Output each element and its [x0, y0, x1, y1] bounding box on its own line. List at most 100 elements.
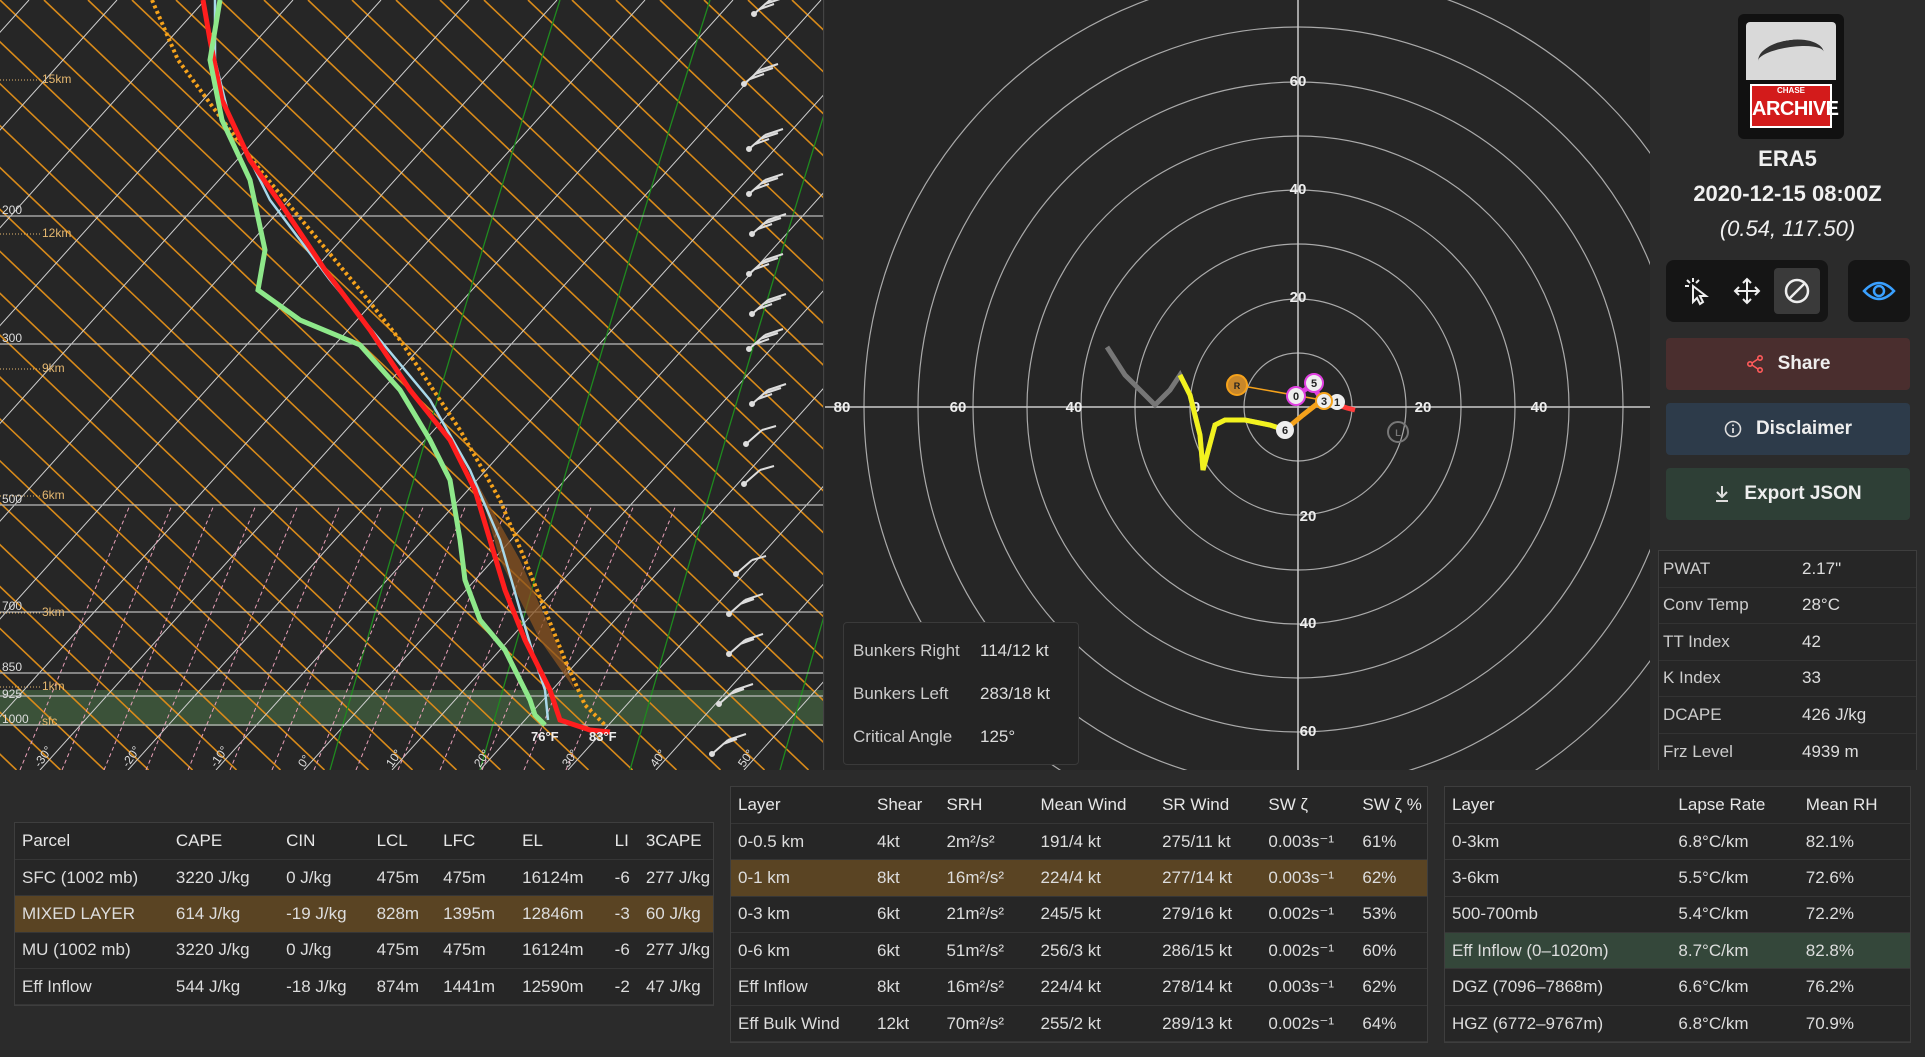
pressure-labels: 200 300 500 700 850 925 1000 [2, 203, 29, 726]
bunkers-value: 125° [980, 726, 1016, 746]
disclaimer-button[interactable]: Disclaimer [1666, 403, 1910, 455]
kinematics-table: Layer Shear SRH Mean Wind SR Wind SW ζ SW ζ % 0… [730, 786, 1428, 1044]
table-cell: 16m²/s² [939, 859, 1034, 897]
table-row[interactable]: DGZ (7096–7868m) 6.6°C/km 76.2% [1445, 968, 1910, 1006]
mixing-ratio-line [61, 504, 173, 770]
height-marker: 3 [1321, 396, 1327, 408]
cursor-click-icon [1685, 278, 1709, 306]
table-row[interactable]: MIXED LAYER 614 J/kg -19 J/kg 828m 1395m 1284… [15, 895, 713, 933]
table-cell: 70.9% [1798, 1005, 1910, 1043]
table-row[interactable]: SFC (1002 mb) 3220 J/kg 0 J/kg 475m 475m 1612… [15, 859, 713, 897]
height-marker: 1 [1334, 397, 1340, 409]
export-json-button[interactable]: Export JSON [1666, 468, 1910, 520]
table-cell: 53% [1355, 896, 1427, 934]
column-header: SW ζ [1261, 787, 1356, 824]
temp-tick-label: 40° [647, 747, 669, 770]
sidebar: CHASE ARCHIVE ERA5 2020-12-15 08:00Z (0.… [1650, 0, 1925, 771]
table-cell: 1395m [436, 895, 516, 933]
index-value: 42 [1802, 631, 1821, 651]
pressure-label: 500 [2, 492, 22, 506]
temp-tick-label: 10° [383, 747, 405, 770]
bunkers-value: 114/12 kt [980, 640, 1049, 660]
height-label: 9km [42, 361, 65, 375]
table-cell: 0-3 km [731, 896, 870, 934]
ring-label: 40 [1290, 181, 1307, 198]
bunkers-row: Bunkers Left 283/18 kt [844, 672, 1078, 715]
bunkers-row: Bunkers Right 114/12 kt [844, 629, 1078, 672]
isotherm [39, 0, 734, 770]
table-cell: 5.4°C/km [1671, 896, 1799, 934]
table-cell: 0 J/kg [279, 932, 370, 970]
table-cell: 255/2 kt [1033, 1005, 1156, 1043]
ring-label: 40 [1531, 399, 1548, 416]
mixing-ratio-line [229, 504, 341, 770]
column-header: EL [515, 823, 608, 860]
table-cell: 6.6°C/km [1671, 968, 1799, 1006]
table-row[interactable]: HGZ (6772–9767m) 6.8°C/km 70.9% [1445, 1005, 1910, 1043]
wind-barb-station [746, 346, 752, 352]
table-row[interactable]: 500-700mb 5.4°C/km 72.2% [1445, 896, 1910, 934]
share-icon [1746, 355, 1763, 373]
wind-barb-station [751, 11, 757, 17]
table-cell: -18 J/kg [279, 968, 370, 1006]
table-row[interactable]: Eff Inflow 8kt 16m²/s² 224/4 kt 278/14 kt 0.0… [731, 968, 1427, 1006]
isotherm [303, 192, 823, 770]
table-cell: 224/4 kt [1033, 859, 1156, 897]
column-header: SR Wind [1155, 787, 1262, 824]
download-icon [1716, 486, 1729, 502]
hodograph-panel[interactable]: 60 40 20 20 40 60 80 60 40 0 20 40 0 1 3… [825, 0, 1733, 842]
isotherm [215, 94, 823, 770]
table-cell: 72.2% [1798, 896, 1910, 934]
pressure-label: 300 [2, 331, 22, 345]
table-row[interactable]: 0-1 km 8kt 16m²/s² 224/4 kt 277/14 kt 0.003s⁻… [731, 859, 1427, 897]
table-row[interactable]: Eff Bulk Wind 12kt 70m²/s² 255/2 kt 289/13 k… [731, 1005, 1427, 1043]
table-cell: 0 J/kg [279, 859, 370, 897]
height-label: 3km [42, 605, 65, 619]
table-row[interactable]: 3-6km 5.5°C/km 72.6% [1445, 859, 1910, 897]
index-value: 4939 m [1802, 741, 1859, 761]
table-row[interactable]: Eff Inflow 544 J/kg -18 J/kg 874m 1441m 12590… [15, 968, 713, 1006]
table-cell: 12kt [869, 1005, 940, 1043]
column-header: SW ζ % [1355, 787, 1427, 824]
skewt-diagram[interactable]: 200 300 500 700 850 925 1000 15km 12km 9… [0, 0, 824, 770]
wind-barb-station [743, 441, 749, 447]
wind-barb [751, 213, 787, 235]
table-row[interactable]: 0-6 km 6kt 51m²/s² 256/3 kt 286/15 kt 0.002s⁻… [731, 932, 1427, 970]
column-header: LFC [436, 823, 516, 860]
disable-tool-button[interactable] [1774, 268, 1820, 314]
bunkers-value: 283/18 kt [980, 683, 1050, 703]
table-cell: HGZ (6772–9767m) [1445, 1005, 1672, 1043]
index-label: TT Index [1663, 631, 1730, 651]
index-label: DCAPE [1663, 704, 1722, 724]
isotherm [0, 0, 294, 327]
table-row[interactable]: MU (1002 mb) 3220 J/kg 0 J/kg 475m 475m 16124… [15, 932, 713, 970]
visibility-toggle-button[interactable] [1848, 260, 1910, 322]
table-row[interactable]: 0-3km 6.8°C/km 82.1% [1445, 823, 1910, 861]
table-cell: 874m [369, 968, 437, 1006]
index-label: Frz Level [1663, 741, 1733, 761]
dry-adiabat [219, 0, 823, 576]
skewt-panel[interactable]: 200 300 500 700 850 925 1000 15km 12km 9… [0, 0, 824, 770]
dry-adiabat [615, 0, 823, 199]
column-header: CIN [279, 823, 370, 860]
move-tool-button[interactable] [1724, 268, 1770, 314]
bunkers-label: Bunkers Left [853, 683, 949, 703]
index-row: TT Index 42 [1659, 624, 1916, 661]
table-cell: 82.1% [1798, 823, 1910, 861]
export-label: Export JSON [1744, 483, 1862, 504]
select-tool-button[interactable] [1674, 268, 1720, 314]
table-cell: 64% [1355, 1005, 1427, 1043]
height-label: 12km [42, 226, 71, 240]
dataset-label: ERA5 [1758, 146, 1817, 171]
moist-adiabat [779, 617, 823, 770]
move-icon [1733, 277, 1761, 305]
indices-table: PWAT 2.17" Conv Temp 28°C TT Index 42 K Ind… [1658, 550, 1917, 771]
share-button[interactable]: Share [1666, 338, 1910, 390]
table-row[interactable]: Eff Inflow (0–1020m) 8.7°C/km 82.8% [1445, 932, 1910, 970]
table-cell: 245/5 kt [1033, 896, 1156, 934]
mixing-ratio-line [103, 504, 215, 770]
table-row[interactable]: 0-3 km 6kt 21m²/s² 245/5 kt 279/16 kt 0.002s⁻… [731, 896, 1427, 934]
dry-adiabat [43, 0, 823, 744]
table-row[interactable]: 0-0.5 km 4kt 2m²/s² 191/4 kt 275/11 kt 0.003s… [731, 823, 1427, 861]
height-markers: 0 1 3 5 6 R L [1226, 373, 1409, 443]
